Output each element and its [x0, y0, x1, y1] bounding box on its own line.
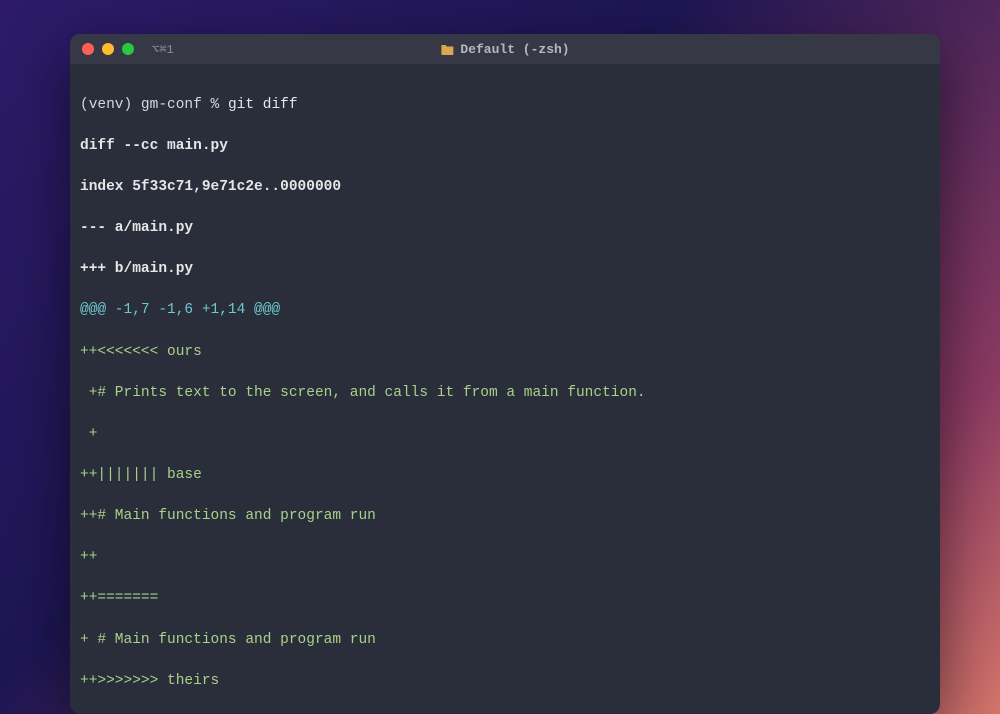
traffic-lights	[82, 43, 134, 55]
titlebar: ⌥⌘1 Default (-zsh)	[70, 34, 940, 64]
diff-add-line: +	[80, 424, 930, 445]
diff-add-line: ++=======	[80, 588, 930, 609]
prompt-line: (venv) gm-conf % git diff	[80, 95, 930, 116]
diff-add-line: ++||||||| base	[80, 465, 930, 486]
diff-file-a: --- a/main.py	[80, 218, 930, 239]
folder-icon	[440, 44, 454, 55]
prompt-sep: %	[211, 97, 220, 113]
diff-file-b: +++ b/main.py	[80, 259, 930, 280]
diff-header: diff --cc main.py	[80, 136, 930, 157]
diff-add-line: +# Prints text to the screen, and calls …	[80, 383, 930, 404]
diff-add-line: ++>>>>>>> theirs	[80, 671, 930, 692]
terminal-window: ⌥⌘1 Default (-zsh) (venv) gm-conf % git …	[70, 34, 940, 714]
diff-index: index 5f33c71,9e71c2e..0000000	[80, 177, 930, 198]
diff-hunk: @@@ -1,7 -1,6 +1,14 @@@	[80, 300, 930, 321]
minimize-button[interactable]	[102, 43, 114, 55]
prompt-venv: (venv)	[80, 97, 132, 113]
diff-add-line: ++# Main functions and program run	[80, 506, 930, 527]
close-button[interactable]	[82, 43, 94, 55]
titlebar-shortcut: ⌥⌘1	[152, 42, 174, 57]
prompt-path: gm-conf	[141, 97, 202, 113]
diff-add-line: ++<<<<<<< ours	[80, 342, 930, 363]
terminal-body[interactable]: (venv) gm-conf % git diff diff --cc main…	[70, 64, 940, 714]
maximize-button[interactable]	[122, 43, 134, 55]
titlebar-title-text: Default (-zsh)	[460, 42, 569, 57]
diff-add-line: ++	[80, 547, 930, 568]
titlebar-title: Default (-zsh)	[440, 42, 569, 57]
prompt-command: git diff	[228, 97, 298, 113]
diff-add-line: + # Main functions and program run	[80, 630, 930, 651]
